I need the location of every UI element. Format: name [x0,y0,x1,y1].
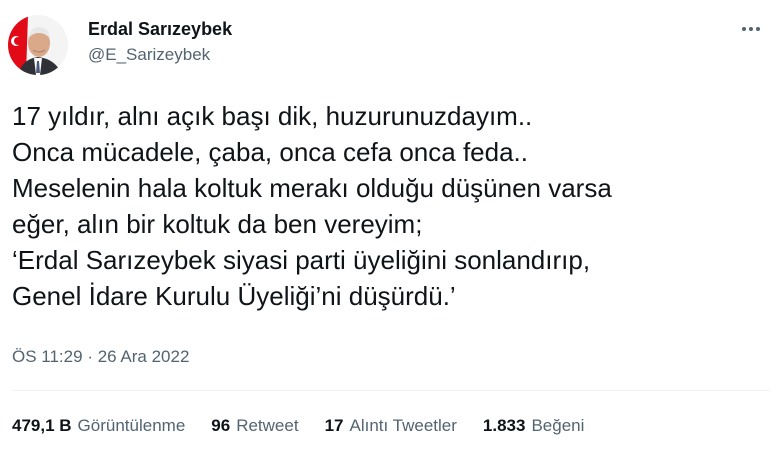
author-display-name[interactable]: Erdal Sarızeybek [88,18,232,40]
timestamp-separator: · [87,347,93,366]
tweet-text-line: 17 yıldır, alnı açık başı dik, huzurunuz… [12,101,533,131]
author-handle[interactable]: @E_Sarizeybek [88,44,232,66]
tweet-time: ÖS 11:29 [12,347,83,366]
tweet-stats: 479,1 B Görüntülenme 96 Retweet 17 Alınt… [12,415,584,437]
stat-value: 479,1 B [12,416,72,435]
divider [12,390,770,391]
stat-label: Retweet [236,416,299,435]
tweet-text-line: Genel İdare Kurulu Üyeliği’ni düşürdü.’ [12,281,456,311]
more-horizontal-icon [742,27,760,31]
stat-label: Görüntülenme [77,416,186,435]
author-block: Erdal Sarızeybek @E_Sarizeybek [88,18,232,66]
stat-views[interactable]: 479,1 B Görüntülenme [12,415,185,437]
stat-label: Alıntı Tweetler [349,416,457,435]
tweet-text-line: eğer, alın bir koltuk da ben vereyim; [12,209,423,239]
stat-value: 96 [211,416,231,435]
tweet-card: Erdal Sarızeybek @E_Sarizeybek 17 yıldır… [0,0,782,452]
tweet-timestamp[interactable]: ÖS 11:29 · 26 Ara 2022 [12,346,189,368]
stat-retweets[interactable]: 96 Retweet [211,415,298,437]
tweet-text-line: ‘Erdal Sarızeybek siyasi parti üyeliğini… [12,245,591,275]
stat-label: Beğeni [531,416,585,435]
avatar[interactable] [8,15,68,75]
stat-value: 1.833 [482,416,526,435]
tweet-text: 17 yıldır, alnı açık başı dik, huzurunuz… [12,98,772,314]
avatar-image [8,15,68,75]
tweet-text-line: Onca mücadele, çaba, onca cefa onca feda… [12,137,529,167]
stat-likes[interactable]: 1.833 Beğeni [483,415,584,437]
stat-quote-tweets[interactable]: 17 Alıntı Tweetler [325,415,457,437]
tweet-text-line: Meselenin hala koltuk merakı olduğu düşü… [12,173,612,203]
more-options-button[interactable] [738,18,764,40]
stat-value: 17 [324,416,344,435]
tweet-date: 26 Ara 2022 [97,347,190,366]
